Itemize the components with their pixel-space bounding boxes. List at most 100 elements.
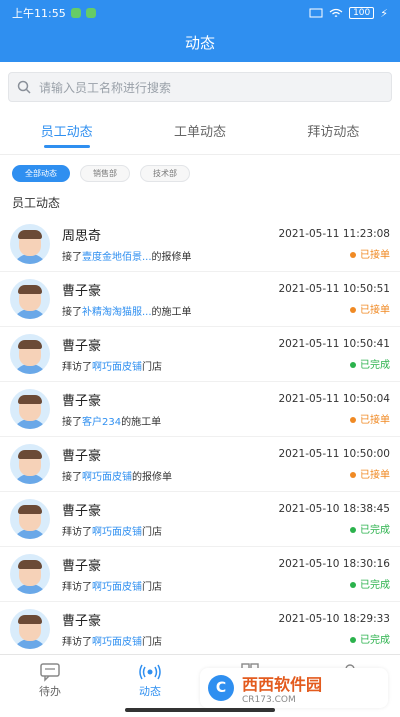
activity-action: 接了: [62, 307, 82, 318]
status-badge: 已接单: [260, 246, 390, 261]
tab-employee-activity[interactable]: 员工动态: [0, 112, 133, 154]
activity-action: 接了: [62, 472, 82, 483]
list-item[interactable]: 曹子豪 接了补精淘淘猫服...的施工单 2021-05-11 10:50:51 已接单: [0, 272, 400, 327]
activity-time: 2021-05-11 11:23:08: [278, 227, 390, 240]
list-item[interactable]: 曹子豪拜访了啊巧面皮铺门店 2021-05-10 18:30:16 已完成: [0, 547, 400, 602]
battery-icon: 100: [349, 7, 375, 19]
list-item[interactable]: 曹子豪 拜访了啊巧面皮铺门店 2021-05-10 18:29:33 已完成: [0, 602, 400, 657]
status-text: 已接单: [360, 469, 390, 481]
activity-description: 拜访了啊巧面皮铺门店: [62, 578, 260, 593]
app-notification-icon: [85, 8, 96, 18]
activity-object: 门店: [142, 527, 162, 538]
activity-description: 拜访了啊巧面皮铺门店: [62, 523, 260, 538]
message-icon: [40, 663, 60, 682]
employee-name: 周思奇: [62, 229, 102, 244]
status-text: 已完成: [360, 359, 390, 371]
status-dot-icon: [350, 251, 356, 258]
employee-name: 曹子豪: [62, 504, 102, 519]
employee-name: 曹子豪: [62, 339, 102, 354]
tab-todo-label: 待办: [39, 685, 61, 698]
activity-object: 的报修单: [132, 472, 172, 483]
activity-object: 的施工单: [121, 417, 162, 428]
tab-bar-top: 员工动态 工单动态 拜访动态: [0, 112, 400, 155]
activity-description: 接了壹度金地佰景...的报修单: [62, 248, 260, 263]
status-text: 已接单: [360, 249, 390, 261]
activity-time: 2021-05-11 10:50:00: [278, 447, 390, 460]
activity-object: 门店: [142, 362, 162, 373]
customer-link[interactable]: 客户234: [82, 417, 121, 428]
tab-todo[interactable]: 待办: [0, 655, 100, 717]
list-item[interactable]: 曹子豪接了啊巧面皮铺的报修单 2021-05-11 10:50:00 已接单: [0, 437, 400, 492]
wechat-notification-icon: [70, 8, 81, 18]
activity-description: 拜访了啊巧面皮铺门店: [62, 633, 260, 648]
customer-link[interactable]: 啊巧面皮铺: [92, 582, 142, 593]
activity-object: 的施工单: [151, 307, 192, 318]
activity-action: 拜访了: [62, 582, 92, 593]
app-header: 上午11:55 100 ⚡ 动态: [0, 0, 400, 62]
status-text: 已完成: [360, 579, 390, 591]
search-placeholder: 请输入员工名称进行搜索: [39, 80, 172, 95]
activity-object: 门店: [142, 637, 162, 648]
list-item[interactable]: 周思奇接了壹度金地佰景...的报修单 2021-05-11 11:23:08 已接单: [0, 217, 400, 272]
status-badge: 已接单: [260, 301, 390, 316]
wifi-icon: [329, 8, 343, 17]
status-badge: 已接单: [260, 466, 390, 481]
activity-time: 2021-05-11 10:50:04: [278, 392, 390, 405]
section-title: 员工动态: [0, 188, 400, 217]
avatar: [10, 334, 50, 374]
activity-description: 拜访了啊巧面皮铺门店: [62, 358, 260, 373]
list-item[interactable]: 曹子豪 拜访了啊巧面皮铺门店 2021-05-10 18:38:45 已完成: [0, 492, 400, 547]
employee-name: 曹子豪: [62, 559, 102, 574]
activity-action: 拜访了: [62, 637, 92, 648]
employee-name: 曹子豪: [62, 614, 102, 629]
filter-sales[interactable]: 销售部: [80, 165, 130, 182]
watermark-title: 西西软件园: [242, 675, 323, 694]
activity-action: 接了: [62, 252, 82, 263]
tab-activity-label: 动态: [139, 685, 161, 698]
list-item[interactable]: 曹子豪 接了客户234的施工单 2021-05-11 10:50:04 已接单: [0, 382, 400, 437]
status-dot-icon: [350, 306, 356, 313]
broadcast-icon: [139, 664, 161, 680]
activity-action: 接了: [62, 417, 82, 428]
list-item[interactable]: 曹子豪 拜访了啊巧面皮铺门店 2021-05-11 10:50:41 已完成: [0, 327, 400, 382]
activity-time: 2021-05-11 10:50:51: [278, 282, 390, 295]
customer-link[interactable]: 啊巧面皮铺: [92, 637, 142, 648]
status-text: 已接单: [360, 414, 390, 426]
avatar: [10, 224, 50, 264]
activity-action: 拜访了: [62, 527, 92, 538]
status-dot-icon: [350, 471, 356, 478]
status-time: 上午11:55: [12, 7, 66, 20]
employee-name: 曹子豪: [62, 449, 102, 464]
search-icon: [17, 80, 31, 94]
status-dot-icon: [350, 636, 356, 643]
customer-link[interactable]: 啊巧面皮铺: [92, 362, 142, 373]
avatar: [10, 499, 50, 539]
activity-list: 周思奇 接了壹度金地佰景...的报修单 2021-05-11 11:23:08 已接单…: [0, 217, 400, 657]
activity-time: 2021-05-10 18:30:16: [278, 557, 390, 570]
customer-link[interactable]: 壹度金地佰景...: [82, 252, 152, 263]
activity-object: 门店: [142, 582, 162, 593]
tab-workorder-activity[interactable]: 工单动态: [133, 112, 266, 154]
avatar: [10, 609, 50, 649]
customer-link[interactable]: 啊巧面皮铺: [92, 527, 142, 538]
page-title: 动态: [184, 34, 215, 52]
customer-link[interactable]: 啊巧面皮铺: [82, 472, 132, 483]
avatar: [10, 444, 50, 484]
status-badge: 已完成: [260, 576, 390, 591]
status-badge: 已完成: [260, 521, 390, 536]
filter-tech[interactable]: 技术部: [140, 165, 190, 182]
filter-chips: 全部动态 销售部 技术部: [0, 155, 400, 188]
avatar: [10, 554, 50, 594]
tab-visit-activity[interactable]: 拜访动态: [267, 112, 400, 154]
signal-icon: [309, 8, 323, 18]
customer-link[interactable]: 补精淘淘猫服...: [82, 307, 152, 318]
activity-description: 接了客户234的施工单: [62, 413, 260, 428]
avatar: [10, 279, 50, 319]
status-text: 已完成: [360, 524, 390, 536]
avatar: [10, 389, 50, 429]
watermark-logo-icon: C: [208, 675, 234, 701]
status-badge: 已完成: [260, 356, 390, 371]
filter-all[interactable]: 全部动态: [12, 165, 70, 182]
status-text: 已接单: [360, 304, 390, 316]
search-input[interactable]: 请输入员工名称进行搜索: [8, 72, 392, 102]
